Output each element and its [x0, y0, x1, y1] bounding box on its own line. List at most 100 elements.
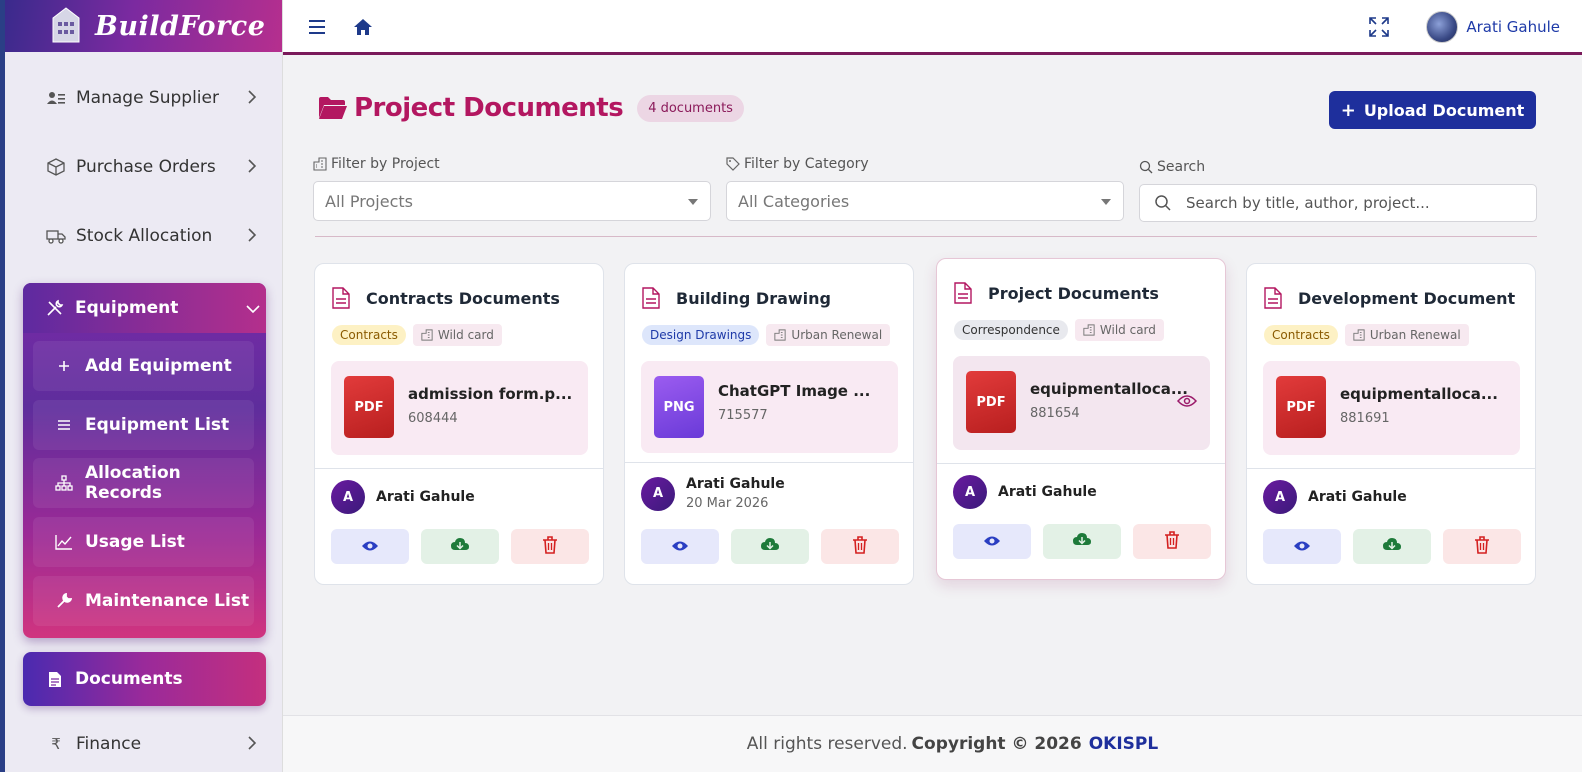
view-button[interactable] — [953, 524, 1031, 559]
author-avatar: A — [331, 480, 365, 514]
author-avatar: A — [1263, 480, 1297, 514]
page-header: Project Documents 4 documents — [318, 93, 744, 123]
chevron-right-icon — [244, 158, 260, 174]
download-button[interactable] — [1043, 524, 1121, 559]
search-icon — [1154, 194, 1172, 212]
cloud-download-icon — [760, 537, 780, 557]
upload-date: 20 Mar 2026 — [686, 496, 769, 511]
document-card[interactable]: Project Documents Correspondence Wild ca… — [936, 258, 1226, 580]
card-actions — [331, 529, 589, 564]
view-button[interactable] — [1263, 529, 1341, 564]
building-icon — [1353, 329, 1365, 341]
plus-icon — [55, 357, 73, 375]
truck-icon — [46, 226, 66, 246]
document-count-badge: 4 documents — [637, 94, 744, 122]
document-icon — [332, 286, 354, 310]
chevron-right-icon — [244, 735, 260, 751]
filter-search: Search Search by title, author, project.… — [1139, 158, 1537, 222]
file-attachment[interactable]: PDF equipmentalloca... 881691 — [1263, 361, 1520, 455]
brand-header[interactable]: BuildForce — [5, 0, 282, 52]
top-bar: Arati Gahule — [283, 0, 1582, 55]
download-button[interactable] — [1353, 529, 1431, 564]
upload-document-button[interactable]: + Upload Document — [1329, 91, 1536, 129]
author-name: Arati Gahule — [1308, 489, 1407, 505]
pdf-file-icon: PDF — [344, 376, 394, 438]
user-menu[interactable]: Arati Gahule — [1426, 10, 1560, 44]
card-title: Contracts Documents — [366, 288, 560, 308]
building-icon — [774, 329, 787, 341]
sidebar-subitem-maintenance-list[interactable]: Maintenance List — [33, 576, 254, 626]
file-size: 881654 — [1030, 406, 1080, 421]
file-name: equipmentalloca... — [1340, 385, 1498, 403]
trash-icon — [852, 535, 868, 558]
project-badge-label: Urban Renewal — [1369, 328, 1461, 342]
file-size: 715577 — [718, 408, 768, 423]
sidebar-item-finance[interactable]: ₹ Finance — [24, 721, 266, 767]
card-divider — [315, 468, 603, 469]
document-icon — [45, 669, 65, 689]
view-button[interactable] — [641, 529, 719, 564]
file-name: equipmentalloca... — [1030, 380, 1188, 398]
sidebar-item-equipment[interactable]: Equipment — [23, 283, 266, 333]
sidebar-item-stock-allocation[interactable]: Stock Allocation — [24, 213, 266, 259]
cloud-download-icon — [1382, 537, 1402, 557]
building-icon — [313, 157, 327, 171]
delete-button[interactable] — [1443, 529, 1521, 564]
filter-category-label-row: Filter by Category — [726, 155, 1124, 173]
author-row: A Arati Gahule — [1263, 480, 1407, 514]
sidebar-subitem-allocation-records[interactable]: Allocation Records — [33, 458, 254, 508]
category-select-value: All Categories — [738, 191, 850, 211]
sidebar-item-documents[interactable]: Documents — [23, 652, 266, 706]
box-icon — [46, 157, 66, 177]
eye-icon[interactable] — [1176, 393, 1198, 413]
project-select[interactable]: All Projects — [313, 181, 711, 221]
sidebar-subitem-label: Maintenance List — [85, 591, 250, 611]
document-card[interactable]: Development Document Contracts Urban Ren… — [1246, 263, 1536, 585]
sidebar-item-manage-supplier[interactable]: Manage Supplier — [24, 75, 266, 121]
project-badge: Urban Renewal — [1344, 324, 1469, 346]
avatar — [1426, 11, 1459, 43]
eye-icon — [983, 532, 1001, 551]
home-icon[interactable] — [352, 16, 374, 38]
delete-button[interactable] — [1133, 524, 1211, 559]
filter-project-label: Filter by Project — [331, 156, 440, 172]
author-name: Arati Gahule — [686, 476, 785, 492]
sidebar-subitem-equipment-list[interactable]: Equipment List — [33, 400, 254, 450]
card-tags: Correspondence Wild card — [954, 319, 1171, 341]
footer-company-link[interactable]: OKISPL — [1089, 734, 1159, 754]
building-icon — [421, 329, 433, 341]
search-icon — [1139, 160, 1153, 174]
card-title: Development Document — [1298, 288, 1516, 308]
upload-button-label: Upload Document — [1363, 100, 1525, 120]
sidebar-item-label: Stock Allocation — [76, 226, 213, 246]
wrench-icon — [55, 592, 73, 610]
hamburger-menu-icon[interactable] — [306, 16, 328, 38]
sidebar-subitem-add-equipment[interactable]: Add Equipment — [33, 341, 254, 391]
fullscreen-icon[interactable] — [1368, 16, 1390, 38]
footer: All rights reserved. Copyright © 2026 OK… — [283, 715, 1582, 772]
file-attachment[interactable]: PDF equipmentalloca... 881654 — [953, 356, 1210, 450]
document-card[interactable]: Contracts Documents Contracts Wild card … — [314, 263, 604, 585]
download-button[interactable] — [421, 529, 499, 564]
category-badge: Design Drawings — [642, 325, 760, 345]
file-attachment[interactable]: PDF admission form.p... 608444 — [331, 361, 588, 455]
view-button[interactable] — [331, 529, 409, 564]
author-row: A Arati Gahule — [331, 480, 475, 514]
search-input[interactable]: Search by title, author, project... — [1139, 184, 1537, 222]
download-button[interactable] — [731, 529, 809, 564]
user-list-icon — [46, 88, 66, 108]
sidebar-item-purchase-orders[interactable]: Purchase Orders — [24, 144, 266, 190]
sidebar-edge — [0, 0, 5, 772]
category-select[interactable]: All Categories — [726, 181, 1124, 221]
card-divider — [937, 463, 1225, 464]
sidebar-subitem-usage-list[interactable]: Usage List — [33, 517, 254, 567]
trash-icon — [1164, 530, 1180, 553]
delete-button[interactable] — [821, 529, 899, 564]
delete-button[interactable] — [511, 529, 589, 564]
document-card[interactable]: Building Drawing Design Drawings Urban R… — [624, 263, 914, 585]
document-icon — [642, 286, 664, 310]
project-badge: Wild card — [1074, 319, 1164, 341]
card-actions — [1263, 529, 1521, 564]
card-tags: Contracts Wild card — [332, 324, 509, 346]
file-attachment[interactable]: PNG ChatGPT Image ... 715577 — [641, 361, 898, 453]
